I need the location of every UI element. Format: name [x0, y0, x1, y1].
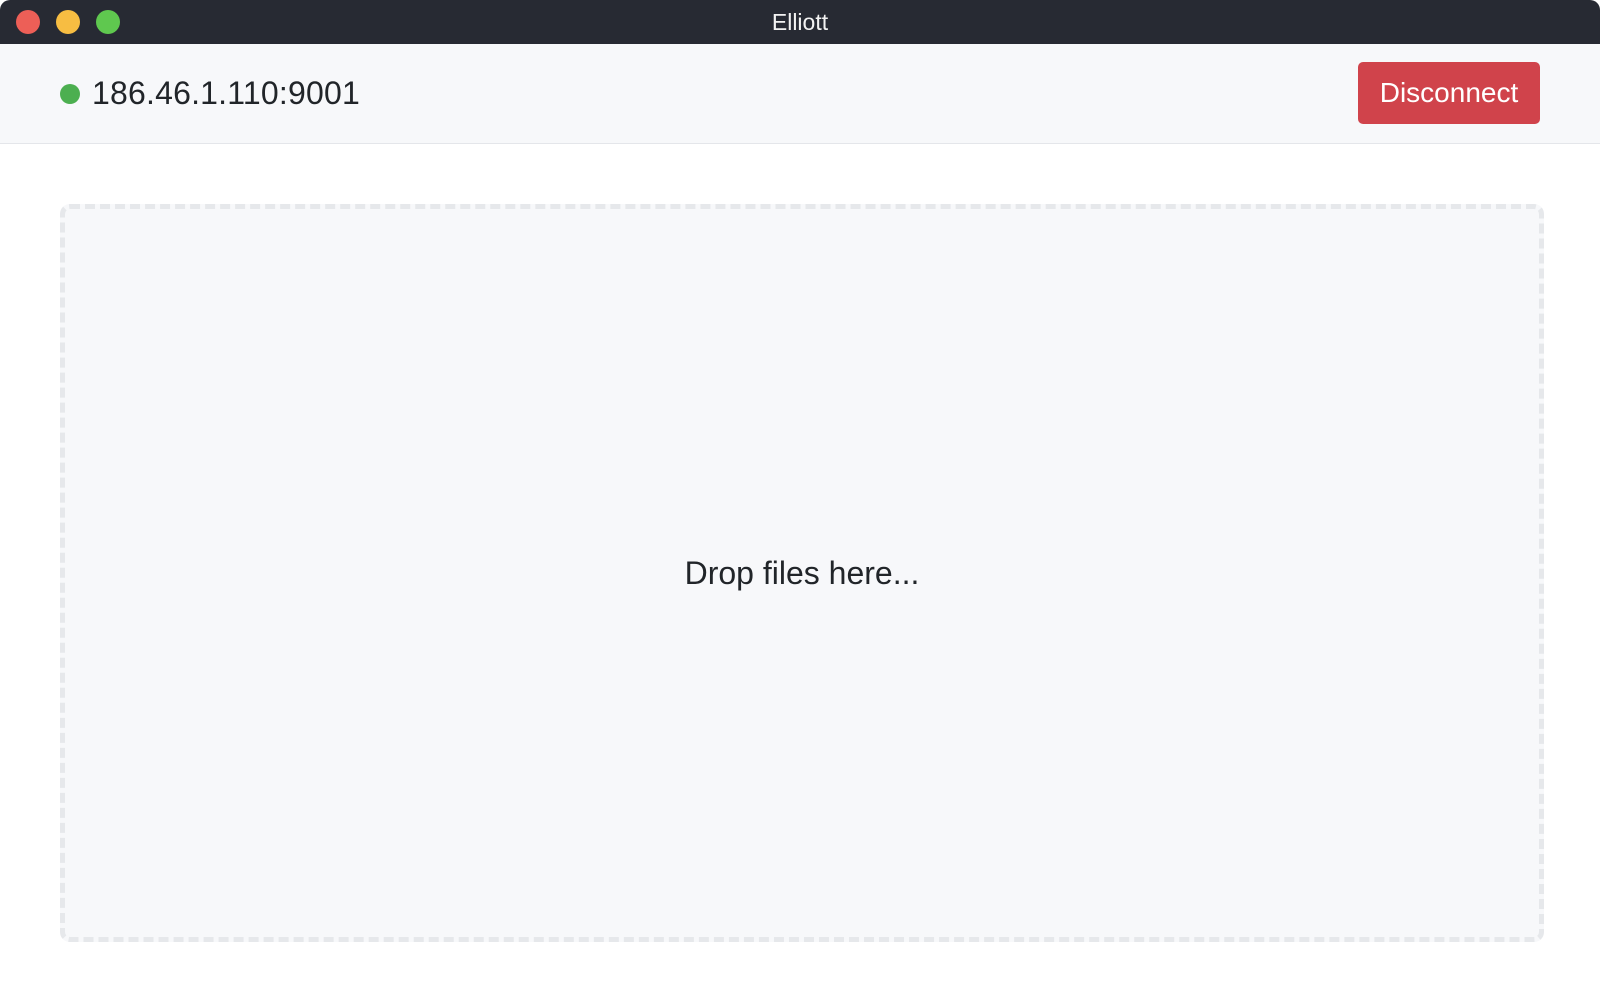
title-bar: Elliott [0, 0, 1600, 44]
file-drop-zone[interactable]: Drop files here... [60, 204, 1544, 942]
connection-bar: 186.46.1.110:9001 Disconnect [0, 44, 1600, 144]
connection-status: 186.46.1.110:9001 [60, 44, 360, 143]
disconnect-button[interactable]: Disconnect [1358, 62, 1540, 124]
window-title: Elliott [771, 9, 829, 35]
app-window: Elliott 186.46.1.110:9001 Disconnect Dro… [0, 0, 1600, 1000]
drop-prompt: Drop files here... [684, 554, 920, 591]
server-address: 186.46.1.110:9001 [92, 75, 360, 111]
status-dot-icon [60, 83, 80, 104]
